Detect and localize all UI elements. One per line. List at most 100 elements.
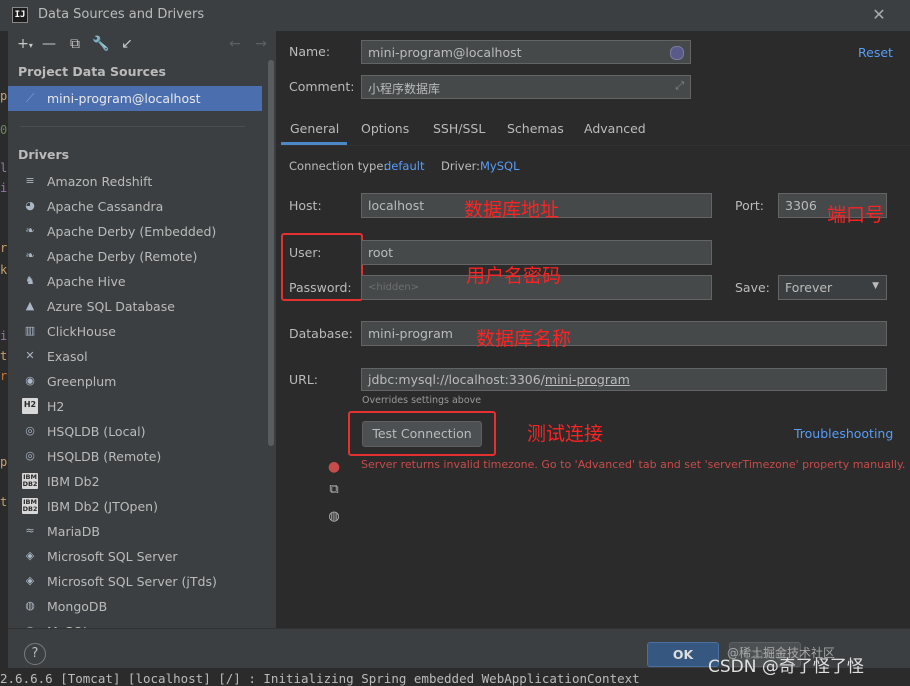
driver-label: Driver:: [441, 159, 481, 173]
tab-schemas[interactable]: Schemas: [507, 121, 564, 136]
driver-label: Apache Hive: [47, 274, 126, 289]
driver-item[interactable]: ❧ Apache Derby (Embedded): [8, 219, 262, 244]
driver-item[interactable]: ◉ Greenplum: [8, 369, 262, 394]
ide-background-left: p 0 l i r k i t r p t: [0, 31, 8, 668]
color-picker-icon[interactable]: [670, 46, 684, 60]
comment-input[interactable]: 小程序数据库 ⤢: [361, 75, 691, 99]
help-button[interactable]: ?: [24, 643, 46, 665]
troubleshooting-link[interactable]: Troubleshooting: [794, 426, 893, 441]
save-label: Save:: [735, 280, 770, 295]
driver-item[interactable]: IBM DB2 IBM Db2 (JTOpen): [8, 494, 262, 519]
project-data-sources-heading: Project Data Sources: [18, 64, 166, 79]
tab-general[interactable]: General: [290, 121, 339, 136]
left-scrollbar[interactable]: [268, 60, 274, 446]
driver-label: Greenplum: [47, 374, 117, 389]
driver-label: Apache Derby (Remote): [47, 249, 198, 264]
driver-item[interactable]: ✕ Exasol: [8, 344, 262, 369]
driver-item[interactable]: ◍ MongoDB: [8, 594, 262, 619]
driver-item[interactable]: ◎ HSQLDB (Remote): [8, 444, 262, 469]
annotation-test: 测试连接: [527, 423, 604, 445]
reset-link[interactable]: Reset: [858, 45, 893, 60]
driver-item[interactable]: ◉MySQL: [8, 619, 262, 628]
driver-item[interactable]: ▥ ClickHouse: [8, 319, 262, 344]
driver-label: IBM Db2 (JTOpen): [47, 499, 158, 514]
driver-item[interactable]: ◈ Microsoft SQL Server: [8, 544, 262, 569]
driver-icon: ✕: [25, 349, 35, 362]
watermark-csdn: CSDN @奇了怪了怪: [708, 657, 864, 677]
chevron-down-icon: ▼: [872, 281, 879, 291]
driver-label: Exasol: [47, 349, 88, 364]
driver-item[interactable]: ≡ Amazon Redshift: [8, 169, 262, 194]
annotation-user-password: 用户名密码: [466, 265, 562, 287]
driver-item[interactable]: ◈ Microsoft SQL Server (jTds): [8, 569, 262, 594]
add-icon[interactable]: +▾: [16, 35, 34, 53]
connection-type-link[interactable]: default: [384, 159, 424, 173]
connection-type-label: Connection type:: [289, 159, 388, 173]
driver-icon: ◎: [25, 449, 35, 462]
close-button[interactable]: ✕: [868, 4, 890, 26]
forward-arrow-icon[interactable]: →: [252, 35, 270, 53]
project-item-label: mini-program@localhost: [47, 91, 201, 106]
driver-icon: ❧: [25, 249, 35, 262]
driver-item[interactable]: ❧ Apache Derby (Remote): [8, 244, 262, 269]
wrench-icon[interactable]: 🔧: [92, 35, 110, 53]
expand-icon[interactable]: ⤢: [675, 79, 684, 93]
driver-icon: ≡: [25, 174, 35, 187]
dialog-title-bar[interactable]: IJ Data Sources and Drivers ✕: [0, 0, 910, 32]
host-label: Host:: [289, 198, 322, 213]
driver-label: HSQLDB (Remote): [47, 449, 162, 464]
copy-error-icon[interactable]: ⧉: [326, 482, 342, 498]
copy-icon[interactable]: ⧉: [66, 35, 84, 53]
database-input[interactable]: mini-program: [361, 321, 887, 346]
import-icon[interactable]: ↙: [118, 35, 136, 53]
driver-link[interactable]: MySQL: [480, 159, 520, 173]
driver-icon: ◈: [25, 574, 35, 587]
test-connection-button[interactable]: Test Connection: [362, 421, 482, 447]
port-label: Port:: [735, 198, 764, 213]
driver-label: HSQLDB (Local): [47, 424, 146, 439]
ide-code-fragment: 0: [0, 123, 8, 137]
driver-icon: ◍: [25, 599, 35, 612]
driver-item[interactable]: IBM DB2 IBM Db2: [8, 469, 262, 494]
overrides-hint: Overrides settings above: [362, 395, 482, 406]
save-select[interactable]: Forever ▼: [778, 275, 887, 300]
driver-item[interactable]: ≈ MariaDB: [8, 519, 262, 544]
driver-label: Apache Derby (Embedded): [47, 224, 217, 239]
left-toolbar: +▾ — ⧉ 🔧 ↙ ← →: [8, 31, 276, 57]
globe-icon[interactable]: ◍: [326, 509, 342, 525]
driver-icon: H2: [22, 398, 38, 414]
url-label: URL:: [289, 372, 319, 387]
driver-item[interactable]: ♞ Apache Hive: [8, 269, 262, 294]
driver-label: H2: [47, 399, 65, 414]
driver-icon: IBM DB2: [22, 498, 38, 514]
remove-icon[interactable]: —: [40, 35, 58, 53]
driver-icon: ▥: [24, 324, 36, 337]
url-input[interactable]: jdbc:mysql://localhost:3306/mini-program: [361, 368, 887, 391]
window-title: Data Sources and Drivers: [38, 7, 205, 22]
project-item-mini-program[interactable]: ⟋ mini-program@localhost: [8, 86, 262, 111]
back-arrow-icon[interactable]: ←: [226, 35, 244, 53]
ide-code-fragment: t: [0, 495, 8, 509]
driver-item[interactable]: ▲ Azure SQL Database: [8, 294, 262, 319]
tab-options[interactable]: Options: [361, 121, 409, 136]
user-label: User:: [289, 245, 322, 260]
ide-code-fragment: l: [0, 161, 8, 175]
tab-ssh-ssl[interactable]: SSH/SSL: [433, 121, 485, 136]
annotation-host: 数据库地址: [464, 199, 560, 221]
driver-icon: IBM DB2: [22, 473, 38, 489]
mysql-dolphin-icon: ⟋: [26, 91, 35, 105]
driver-item[interactable]: H2 H2: [8, 394, 262, 419]
driver-icon: ◈: [25, 549, 35, 562]
name-input[interactable]: mini-program@localhost: [361, 40, 691, 64]
driver-label: Apache Cassandra: [47, 199, 164, 214]
ide-code-fragment: r: [0, 241, 8, 255]
drivers-heading: Drivers: [18, 147, 70, 162]
intellij-logo-icon: IJ: [12, 7, 28, 23]
tab-advanced[interactable]: Advanced: [584, 121, 646, 136]
driver-icon: ♞: [25, 274, 35, 287]
driver-item[interactable]: ◎ HSQLDB (Local): [8, 419, 262, 444]
divider: [20, 126, 245, 127]
ide-code-fragment: t: [0, 349, 8, 363]
data-sources-panel: +▾ — ⧉ 🔧 ↙ ← → Project Data Sources ⟋ mi…: [8, 31, 276, 628]
driver-item[interactable]: ◕ Apache Cassandra: [8, 194, 262, 219]
